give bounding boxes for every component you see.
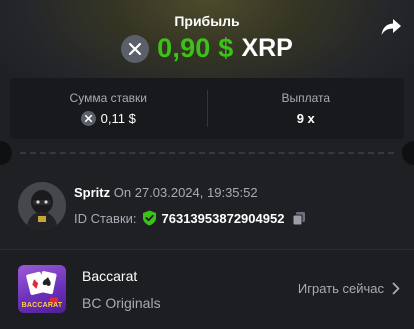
bet-date: On 27.03.2024, 19:35:52 xyxy=(113,185,258,200)
game-row[interactable]: BACCARAT Baccarat BC Originals Играть се… xyxy=(0,250,414,329)
bet-id-label: ID Ставки: xyxy=(74,210,137,226)
bet-id: 76313953872904952 xyxy=(161,210,285,226)
play-now-label: Играть сейчас xyxy=(297,281,384,296)
bet-stats-panel: Сумма ставки 0,11 $ Выплата 9 x xyxy=(10,78,404,139)
game-name[interactable]: Baccarat xyxy=(82,268,137,284)
profit-row: 0,90 $ XRP xyxy=(0,33,414,64)
payout-value: 9 x xyxy=(296,111,315,126)
bet-amount-value-row: 0,11 $ xyxy=(80,111,136,126)
user-name[interactable]: Spritz xyxy=(74,185,110,200)
game-thumbnail[interactable]: BACCARAT xyxy=(18,265,66,313)
bet-id-line: ID Ставки: 76313953872904952 xyxy=(74,210,306,226)
chevron-right-icon xyxy=(392,282,400,295)
ticket-notch-right xyxy=(402,141,414,165)
xrp-coin-icon xyxy=(80,111,96,126)
profit-amount: 0,90 $ xyxy=(157,33,234,63)
shield-check-icon xyxy=(142,210,156,226)
game-provider: BC Originals xyxy=(82,295,161,311)
payout-stat: Выплата 9 x xyxy=(208,78,405,139)
avatar[interactable] xyxy=(18,182,66,230)
xrp-coin-icon xyxy=(121,34,150,63)
bet-amount-stat: Сумма ставки 0,11 $ xyxy=(10,78,207,139)
bet-amount-value: 0,11 $ xyxy=(100,111,136,126)
user-line: Spritz On 27.03.2024, 19:35:52 xyxy=(74,185,258,200)
profit-title: Прибыль xyxy=(174,13,240,29)
copy-icon[interactable] xyxy=(292,211,306,226)
bet-details-card: Прибыль 0,90 $ XRP Сумма ставки 0,11 $ В… xyxy=(0,0,414,329)
game-thumbnail-text: BACCARAT xyxy=(21,302,63,309)
profit-currency: XRP xyxy=(241,34,293,62)
bet-user-info: Spritz On 27.03.2024, 19:35:52 ID Ставки… xyxy=(18,178,398,238)
play-now-button[interactable]: Играть сейчас xyxy=(298,281,400,296)
ticket-dashed-divider xyxy=(20,152,394,154)
payout-label: Выплата xyxy=(281,91,331,105)
bet-amount-label: Сумма ставки xyxy=(69,91,147,105)
